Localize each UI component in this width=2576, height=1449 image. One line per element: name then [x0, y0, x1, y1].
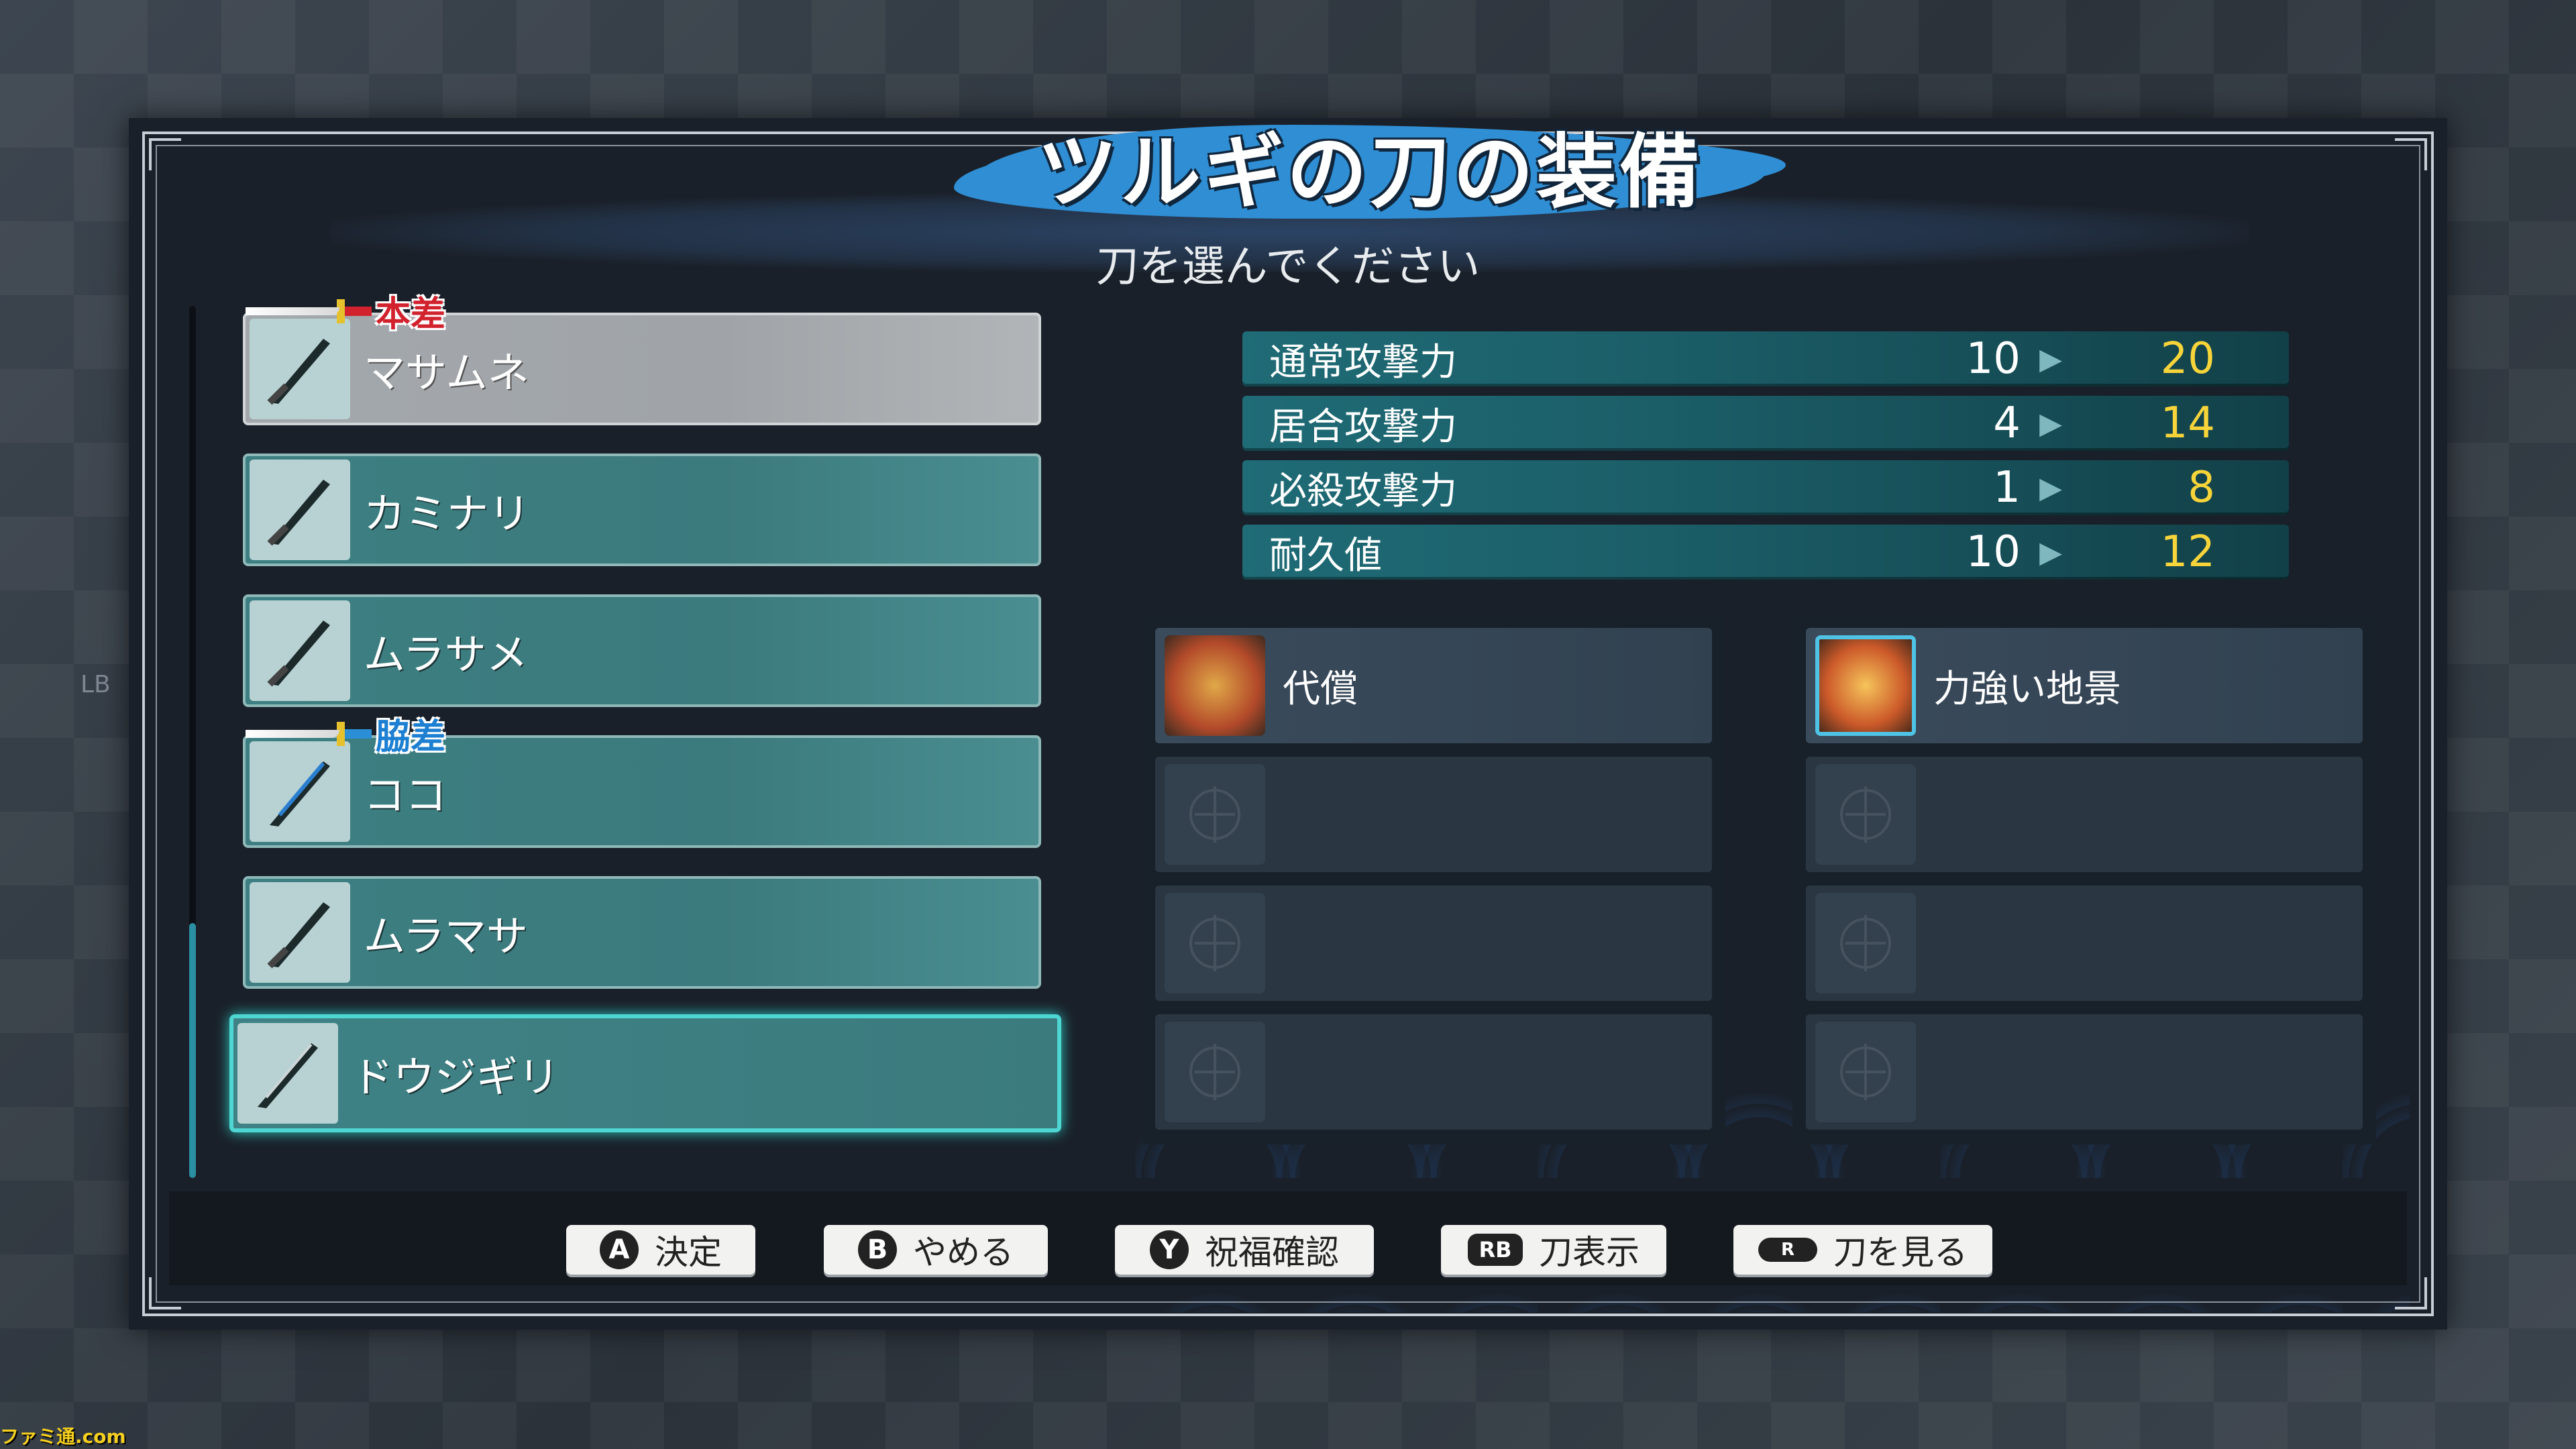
empty-slot-icon [1165, 893, 1265, 994]
sword-label: ムラマサ [364, 912, 528, 961]
stat-row: 耐久値 10 ▶ 12 [1242, 525, 2289, 580]
stat-current: 10 [1966, 527, 2021, 577]
current-blessings-panel: 代償 [1142, 614, 1725, 1144]
arrow-right-icon: ▶ [2039, 406, 2062, 441]
blessing-label: 代償 [1283, 667, 1358, 711]
stat-current: 4 [1993, 398, 2021, 448]
empty-slot-icon [1815, 893, 1916, 994]
sword-item[interactable]: 本差 マサムネ [243, 294, 1041, 425]
sword-label: ドウジギリ [352, 1053, 560, 1102]
sword-icon [250, 460, 350, 560]
b-button-icon: B [858, 1230, 897, 1269]
button-label: 祝福確認 [1205, 1233, 1339, 1272]
tag-hilt [345, 729, 372, 739]
sword-item[interactable]: ムラサメ [243, 594, 1041, 707]
stat-name: 必殺攻撃力 [1269, 469, 1457, 513]
equip-tag-label: 脇差 [376, 717, 446, 757]
title-banner: ツルギの刀の装備 [934, 98, 1806, 232]
sword-label: ココ [364, 771, 447, 820]
blessing-slot-empty [1155, 757, 1712, 872]
stat-new: 14 [2160, 398, 2215, 448]
stat-name: 居合攻撃力 [1269, 405, 1457, 449]
equip-tag-side: 脇差 [246, 708, 445, 759]
list-scrollbar[interactable] [189, 306, 196, 1178]
sword-item[interactable]: ムラマサ [243, 876, 1041, 989]
page-title: ツルギの刀の装備 [1037, 126, 1703, 219]
tag-hilt [345, 306, 372, 316]
button-label: 刀を見る [1833, 1233, 1968, 1272]
equip-tag-main: 本差 [246, 286, 445, 336]
button-label: 決定 [655, 1233, 722, 1272]
sword-display-button[interactable]: RB 刀表示 [1441, 1225, 1666, 1275]
lb-hint: LB [80, 671, 111, 698]
sword-item-selected[interactable]: ドウジギリ [229, 1014, 1061, 1132]
blessing-slot-empty [1806, 1014, 2363, 1130]
scrollbar-thumb[interactable] [189, 923, 196, 1178]
blessing-art-icon [1165, 635, 1265, 736]
watermark-logo: ファミ通.com [0, 1426, 126, 1448]
stat-new: 20 [2160, 334, 2215, 384]
sword-item[interactable]: 脇差 ココ [243, 717, 1041, 848]
blessing-label: 力強い地景 [1933, 667, 2121, 711]
stat-new: 12 [2160, 527, 2215, 577]
arrow-right-icon: ▶ [2039, 470, 2062, 505]
empty-slot-icon [1815, 764, 1916, 865]
arrow-right-icon: ▶ [2039, 341, 2062, 376]
y-button-icon: Y [1150, 1230, 1189, 1269]
right-stick-icon: R [1758, 1238, 1817, 1262]
sword-icon [250, 882, 350, 983]
arrow-right-icon: ▶ [2039, 535, 2062, 570]
confirm-button[interactable]: A 決定 [566, 1225, 755, 1275]
blessing-slot[interactable]: 力強い地景 [1806, 628, 2363, 743]
tag-blade [246, 307, 339, 315]
cancel-button[interactable]: B やめる [824, 1225, 1048, 1275]
rb-button-icon: RB [1468, 1234, 1523, 1266]
frame-corner [149, 138, 181, 170]
blessing-slot-empty [1155, 885, 1712, 1001]
stat-name: 耐久値 [1269, 533, 1382, 578]
stat-row: 居合攻撃力 4 ▶ 14 [1242, 396, 2289, 451]
equip-tag-label: 本差 [376, 294, 446, 335]
sword-label: ムラサメ [364, 630, 528, 679]
sword-label: マサムネ [364, 348, 529, 397]
empty-slot-icon [1165, 1022, 1265, 1122]
stat-name: 通常攻撃力 [1269, 340, 1457, 384]
sword-icon [237, 1023, 338, 1124]
sword-equip-dialog: ツルギの刀の装備 刀を選んでください 本差 マサムネ カミナリ ムラサメ 脇差 … [129, 118, 2447, 1330]
new-blessings-panel: 力強い地景 [1792, 614, 2376, 1144]
stat-new: 8 [2188, 463, 2215, 513]
tag-blade [246, 729, 339, 738]
blessing-slot-empty [1806, 885, 2363, 1001]
sword-item[interactable]: カミナリ [243, 453, 1041, 566]
blessing-slot[interactable]: 代償 [1155, 628, 1712, 743]
frame-corner [2395, 138, 2427, 170]
blessing-slot-empty [1155, 1014, 1712, 1130]
stat-row: 必殺攻撃力 1 ▶ 8 [1242, 460, 2289, 515]
stat-current: 10 [1966, 334, 2021, 384]
sword-label: カミナリ [364, 489, 531, 538]
stat-row: 通常攻撃力 10 ▶ 20 [1242, 331, 2289, 386]
blessing-check-button[interactable]: Y 祝福確認 [1115, 1225, 1374, 1275]
empty-slot-icon [1165, 764, 1265, 865]
a-button-icon: A [600, 1230, 639, 1269]
button-label: やめる [913, 1233, 1014, 1272]
button-label: 刀表示 [1539, 1233, 1640, 1272]
view-sword-button[interactable]: R 刀を見る [1733, 1225, 1992, 1275]
page-subtitle: 刀を選んでください [1095, 242, 1481, 292]
blessing-art-icon [1815, 635, 1916, 736]
empty-slot-icon [1815, 1022, 1916, 1122]
blessing-slot-empty [1806, 757, 2363, 872]
stat-current: 1 [1993, 463, 2021, 513]
sword-icon [250, 600, 350, 701]
